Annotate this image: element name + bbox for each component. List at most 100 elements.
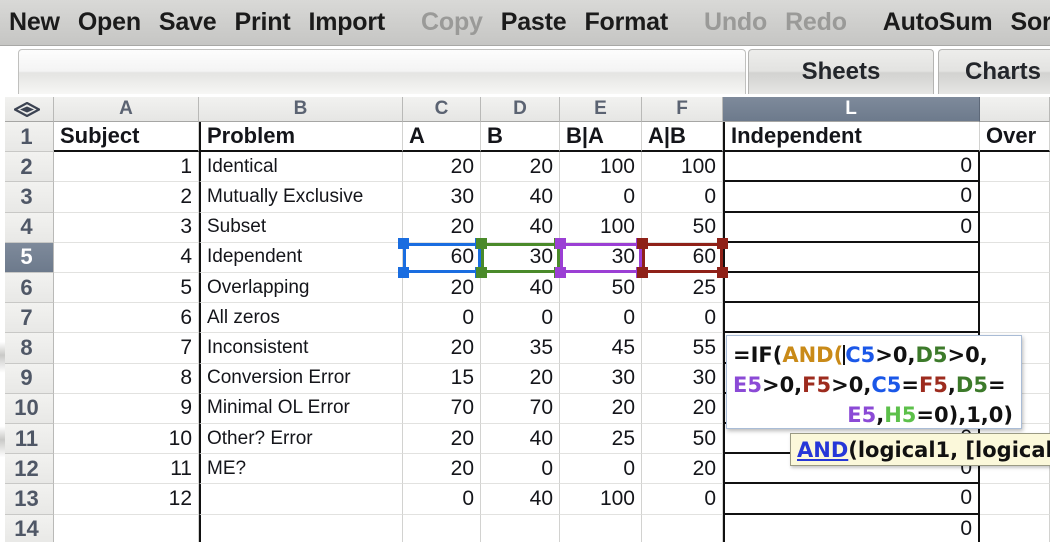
cell-C13[interactable]: 0 (403, 484, 481, 515)
cell-C4[interactable]: 20 (403, 212, 481, 243)
cell-L3[interactable]: 0 (723, 182, 980, 213)
cell-F7[interactable]: 0 (642, 303, 723, 334)
row-header-1[interactable]: 1 (0, 122, 54, 153)
row-header-10[interactable]: 10 (0, 393, 54, 424)
column-header-c[interactable]: C (403, 97, 481, 122)
cell-E6[interactable]: 50 (560, 273, 642, 304)
cell-C7[interactable]: 0 (403, 303, 481, 334)
cell-M5[interactable] (980, 242, 1050, 273)
cell-F3[interactable]: 0 (642, 182, 723, 213)
cell-E13[interactable]: 100 (560, 484, 642, 515)
row-header-11[interactable]: 11 (0, 424, 54, 455)
cell-B9[interactable]: Conversion Error (199, 363, 403, 394)
cell-D8[interactable]: 35 (481, 333, 560, 364)
cell-D11[interactable]: 40 (481, 424, 560, 455)
cell-C14[interactable] (403, 514, 481, 542)
row-header-6[interactable]: 6 (0, 273, 54, 304)
cell-C12[interactable]: 20 (403, 454, 481, 485)
cell-M13[interactable] (980, 484, 1050, 515)
row-header-7[interactable]: 7 (0, 303, 54, 334)
toolbar-button-new[interactable]: New (0, 8, 69, 37)
cell-C9[interactable]: 15 (403, 363, 481, 394)
cell-D12[interactable]: 0 (481, 454, 560, 485)
cell-C8[interactable]: 20 (403, 333, 481, 364)
cell-F13[interactable]: 0 (642, 484, 723, 515)
row-header-5[interactable]: 5 (0, 242, 54, 273)
cell-E5[interactable]: 30 (560, 242, 642, 273)
cell-A12[interactable]: 11 (54, 454, 199, 485)
cell-A9[interactable]: 8 (54, 363, 199, 394)
row-header-4[interactable]: 4 (0, 212, 54, 243)
cell-D14[interactable] (481, 514, 560, 542)
column-header-f[interactable]: F (642, 97, 723, 122)
column-header-l[interactable]: L (723, 97, 980, 122)
cell-F4[interactable]: 50 (642, 212, 723, 243)
header-cell-e[interactable]: B|A (560, 122, 642, 153)
row-header-2[interactable]: 2 (0, 152, 54, 183)
cell-B3[interactable]: Mutually Exclusive (199, 182, 403, 213)
cell-A7[interactable]: 6 (54, 303, 199, 334)
cell-D7[interactable]: 0 (481, 303, 560, 334)
cell-A4[interactable]: 3 (54, 212, 199, 243)
header-cell-c[interactable]: A (403, 122, 481, 153)
column-header-m[interactable] (980, 97, 1050, 122)
cell-A8[interactable]: 7 (54, 333, 199, 364)
header-cell-b[interactable]: Problem (199, 122, 403, 153)
cell-E11[interactable]: 25 (560, 424, 642, 455)
cell-M7[interactable] (980, 303, 1050, 334)
toolbar-button-sort[interactable]: Sort (1001, 8, 1050, 37)
cell-M4[interactable] (980, 212, 1050, 243)
cell-B5[interactable]: Idependent (199, 242, 403, 273)
cell-B7[interactable]: All zeros (199, 303, 403, 334)
cell-F8[interactable]: 55 (642, 333, 723, 364)
cell-F9[interactable]: 30 (642, 363, 723, 394)
cell-L14[interactable]: 0 (723, 514, 980, 542)
cell-E3[interactable]: 0 (560, 182, 642, 213)
row-header-9[interactable]: 9 (0, 363, 54, 394)
toolbar-button-save[interactable]: Save (150, 8, 226, 37)
cell-B10[interactable]: Minimal OL Error (199, 393, 403, 424)
header-cell-l[interactable]: Independent (723, 122, 980, 153)
cell-C6[interactable]: 20 (403, 273, 481, 304)
tab-charts[interactable]: Charts (938, 49, 1050, 94)
cell-F6[interactable]: 25 (642, 273, 723, 304)
toolbar-button-copy[interactable]: Copy (412, 8, 492, 37)
select-all-corner[interactable] (0, 97, 54, 122)
cell-C5[interactable]: 60 (403, 242, 481, 273)
cell-B13[interactable] (199, 484, 403, 515)
row-header-13[interactable]: 13 (0, 484, 54, 515)
cell-A10[interactable]: 9 (54, 393, 199, 424)
cell-A3[interactable]: 2 (54, 182, 199, 213)
toolbar-button-redo[interactable]: Redo (776, 8, 856, 37)
cell-M3[interactable] (980, 182, 1050, 213)
cell-F11[interactable]: 50 (642, 424, 723, 455)
row-header-12[interactable]: 12 (0, 454, 54, 485)
header-cell-f[interactable]: A|B (642, 122, 723, 153)
cell-B14[interactable] (199, 514, 403, 542)
cell-E10[interactable]: 20 (560, 393, 642, 424)
cell-A11[interactable]: 10 (54, 424, 199, 455)
cell-E9[interactable]: 30 (560, 363, 642, 394)
cell-L13[interactable]: 0 (723, 484, 980, 515)
cell-L6[interactable] (723, 273, 980, 304)
column-header-d[interactable]: D (481, 97, 560, 122)
column-header-e[interactable]: E (560, 97, 642, 122)
cell-F10[interactable]: 20 (642, 393, 723, 424)
toolbar-button-paste[interactable]: Paste (492, 8, 576, 37)
cell-E4[interactable]: 100 (560, 212, 642, 243)
cell-B6[interactable]: Overlapping (199, 273, 403, 304)
toolbar-button-format[interactable]: Format (575, 8, 677, 37)
cell-E8[interactable]: 45 (560, 333, 642, 364)
cell-D10[interactable]: 70 (481, 393, 560, 424)
cell-M6[interactable] (980, 273, 1050, 304)
cell-D6[interactable]: 40 (481, 273, 560, 304)
cell-M2[interactable] (980, 152, 1050, 183)
cell-L5[interactable] (723, 242, 980, 273)
toolbar-button-import[interactable]: Import (299, 8, 394, 37)
spreadsheet-grid[interactable]: ABCDEFL 1 2 3 4 5 6 7 8 9 10 11 12 13 14 Subject Probl… (0, 97, 1050, 542)
row-header-14[interactable]: 14 (0, 514, 54, 542)
toolbar-button-open[interactable]: Open (69, 8, 150, 37)
cell-D5[interactable]: 30 (481, 242, 560, 273)
cell-C11[interactable]: 20 (403, 424, 481, 455)
cell-D3[interactable]: 40 (481, 182, 560, 213)
